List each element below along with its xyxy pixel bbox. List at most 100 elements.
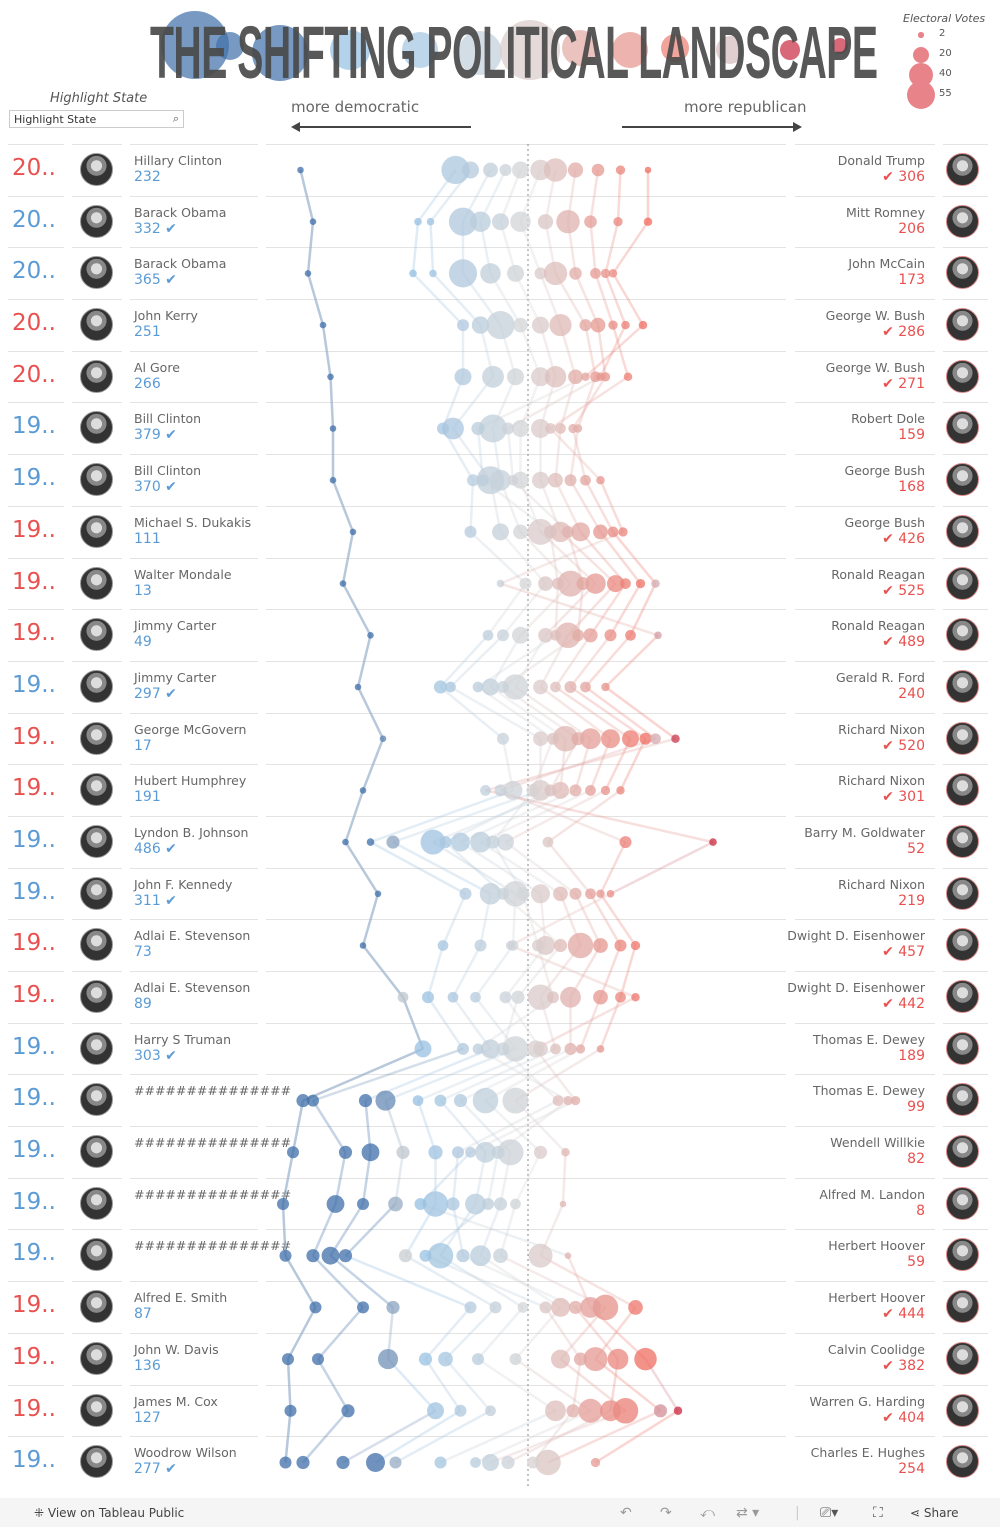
row-divider [130, 1332, 258, 1334]
state-dot [486, 311, 515, 340]
row-divider [943, 454, 988, 456]
search-icon[interactable]: ⌕ [173, 112, 179, 126]
refresh-icon[interactable]: ⇄ ▾ [736, 1505, 759, 1521]
state-dot [563, 1095, 573, 1106]
state-dot [559, 1200, 567, 1208]
state-dot [564, 1252, 572, 1259]
state-dot [329, 425, 337, 432]
row-divider [795, 299, 935, 301]
state-trend-line [411, 221, 420, 274]
dem-candidate-photo [80, 773, 113, 807]
state-dot [481, 1197, 495, 1211]
state-dot [465, 1146, 476, 1158]
fullscreen-icon[interactable]: ⛶ [873, 1505, 883, 1521]
state-dot [607, 1348, 629, 1370]
state-dot [492, 213, 509, 231]
row-divider [795, 815, 935, 817]
legend-dot [918, 32, 924, 38]
dem-electoral-votes: 191 [134, 789, 161, 806]
state-dot [553, 886, 568, 902]
rep-electoral-votes: ✔ 306 [882, 169, 925, 185]
state-dot [445, 681, 456, 693]
state-dot [511, 990, 525, 1004]
view-on-tableau-link[interactable]: ⁜ View on Tableau Public [34, 1506, 184, 1520]
state-dot [600, 1400, 621, 1422]
rep-candidate-name: Herbert Hoover [828, 1238, 925, 1254]
state-trend-line [594, 272, 615, 326]
row-divider [130, 1436, 258, 1438]
state-dot [608, 269, 618, 278]
row-divider [8, 1332, 64, 1334]
highlight-state-input[interactable]: Highlight State ⌕ [9, 110, 184, 128]
state-dot [306, 1249, 320, 1263]
dem-candidate-name: Adlai E. Stevenson [134, 928, 251, 944]
rep-electoral-votes: 159 [898, 427, 925, 444]
row-divider [8, 1126, 64, 1128]
state-dot [309, 1301, 322, 1314]
state-dot [472, 1087, 499, 1114]
state-dot [635, 578, 646, 589]
download-icon[interactable]: ⎚▾ [820, 1505, 838, 1521]
state-dot [576, 577, 590, 591]
rep-electoral-votes: 173 [898, 272, 925, 289]
share-button[interactable]: ⋖ Share [910, 1506, 959, 1520]
election-year: 20.. [12, 310, 56, 337]
rep-candidate-photo [946, 876, 979, 910]
election-year: 19.. [12, 826, 56, 853]
state-dot [509, 1353, 522, 1366]
row-divider [8, 660, 64, 662]
rep-electoral-votes: 52 [907, 840, 925, 857]
state-dot [386, 1300, 400, 1314]
row-divider [72, 867, 122, 869]
state-dot [543, 261, 568, 286]
state-dot [309, 218, 317, 225]
row-divider [795, 1074, 935, 1076]
dem-candidate-photo [80, 566, 113, 600]
state-dot [439, 836, 452, 849]
state-trend-line [514, 272, 542, 326]
state-dot [512, 626, 529, 644]
row-divider [72, 454, 122, 456]
rep-candidate-photo [946, 980, 979, 1013]
state-dot [512, 161, 529, 179]
state-dot [607, 526, 619, 538]
rep-candidate-photo [946, 359, 979, 393]
dem-candidate-name: Bill Clinton [134, 463, 202, 479]
state-dot [496, 629, 510, 642]
state-dot [329, 476, 337, 484]
row-divider [72, 1126, 122, 1128]
redo-icon[interactable]: ↷ [660, 1505, 672, 1521]
toolbar-divider: | [795, 1505, 800, 1521]
election-year: 19.. [12, 775, 56, 802]
state-dot [513, 524, 528, 540]
election-year: 19.. [12, 930, 56, 957]
state-dot [491, 1145, 505, 1159]
revert-icon[interactable]: ⤺ [700, 1505, 715, 1521]
row-divider [130, 1022, 258, 1024]
row-divider [8, 247, 64, 249]
rep-electoral-votes: ✔ 520 [882, 737, 925, 754]
dem-electoral-votes: 370 ✔ [134, 479, 177, 496]
row-divider [943, 815, 988, 817]
rep-electoral-votes: ✔ 286 [882, 324, 925, 341]
dem-candidate-photo [80, 1445, 113, 1479]
dem-electoral-votes: 332 ✔ [134, 220, 177, 237]
state-dot [544, 784, 557, 797]
state-dot [575, 1044, 586, 1054]
state-dot [361, 1143, 380, 1162]
state-dot [593, 524, 608, 540]
state-dot [513, 317, 528, 333]
undo-icon[interactable]: ↶ [620, 1505, 632, 1521]
row-divider [943, 557, 988, 559]
state-trend-line [361, 893, 380, 946]
state-dot [606, 890, 615, 898]
state-trend-line [284, 1410, 292, 1463]
state-dot [581, 372, 590, 382]
state-dot [311, 1353, 325, 1366]
state-dot [472, 681, 484, 693]
row-divider [72, 815, 122, 817]
row-divider [795, 919, 935, 921]
row-divider [72, 1022, 122, 1024]
row-divider [8, 402, 64, 404]
state-dot [517, 1302, 529, 1313]
